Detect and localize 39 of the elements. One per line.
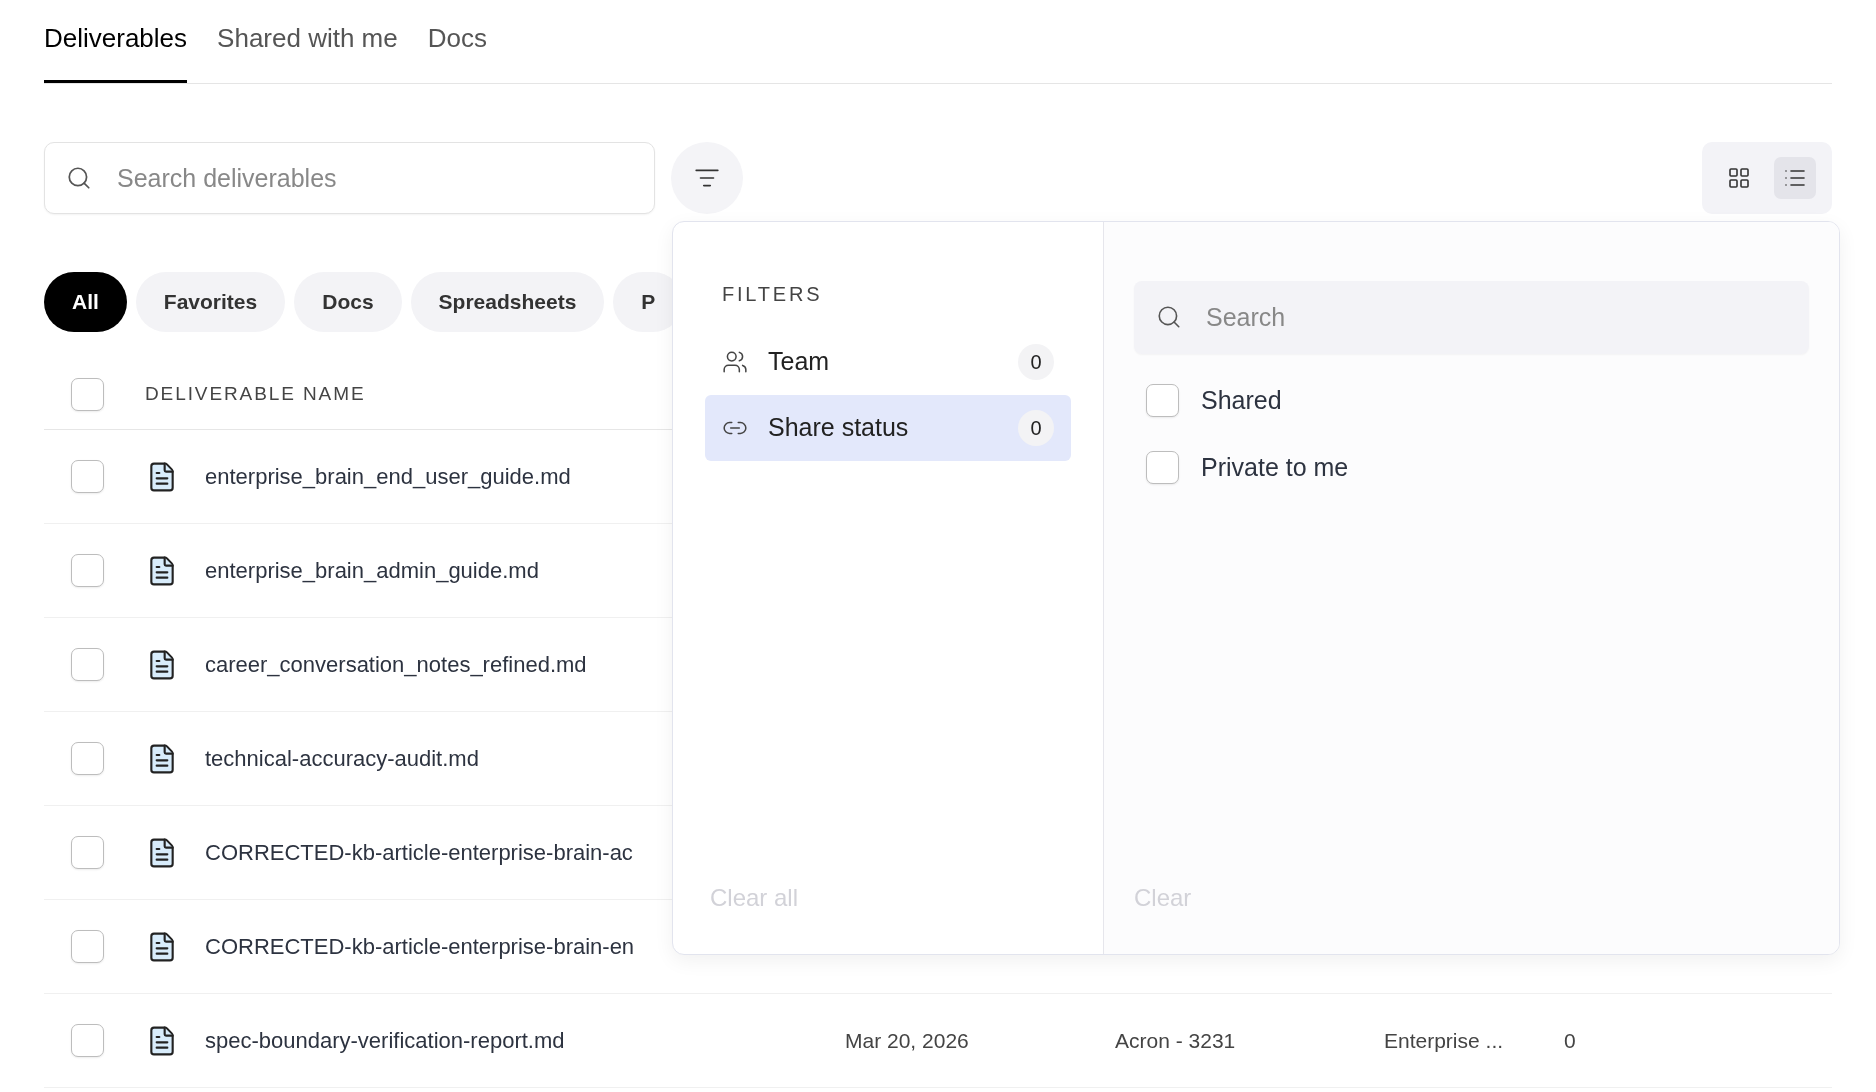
select-all-checkbox[interactable] [71,377,104,411]
filter-chip[interactable]: Docs [294,272,402,332]
filter-chip[interactable]: Favorites [135,272,286,332]
tab[interactable]: Docs [427,16,487,83]
row-checkbox[interactable] [71,648,104,681]
search-icon [1156,304,1182,330]
table-cell-text: Enterprise ... [1384,1027,1505,1054]
search-field[interactable]: Search [1134,281,1809,354]
row-checkbox[interactable] [71,930,104,963]
count-badge: 0 [1018,410,1054,446]
search-icon [66,165,92,191]
filter-category[interactable]: Team 0 [705,329,1071,395]
users-icon [722,349,748,375]
option-checkbox[interactable] [1146,384,1179,417]
row-checkbox[interactable] [71,836,104,869]
row-checkbox[interactable] [71,554,104,587]
category-label: Team [768,346,830,378]
tab[interactable]: Shared with me [217,16,398,83]
row-checkbox[interactable] [71,460,104,493]
column-header: DELIVERABLE NAME [145,381,366,406]
search-field[interactable]: Search deliverables [44,142,655,214]
tab[interactable]: Deliverables [44,16,188,83]
filter-chip[interactable]: All [44,272,127,332]
row-checkbox[interactable] [71,1024,104,1057]
list-view-button[interactable] [1774,157,1816,199]
grid-icon [1727,166,1751,190]
option-label: Private to me [1201,451,1349,483]
option-checkbox[interactable] [1146,451,1179,484]
row-checkbox[interactable] [71,742,104,775]
filter-category[interactable]: Share status 0 [705,395,1071,461]
table-cell-text: Acron - 3231 [1115,1027,1237,1054]
count-cell-text: 0 [1564,1027,1576,1054]
date-cell-text: Mar 20, 2026 [845,1027,970,1054]
count-badge: 0 [1018,344,1054,380]
option-label: Shared [1201,384,1282,416]
filters-heading: FILTERS [722,282,824,307]
filter-chip[interactable]: Spreadsheets [410,272,605,332]
file-name[interactable]: spec-boundary-verification-report.md [205,1024,845,1057]
category-label: Share status [768,412,909,444]
